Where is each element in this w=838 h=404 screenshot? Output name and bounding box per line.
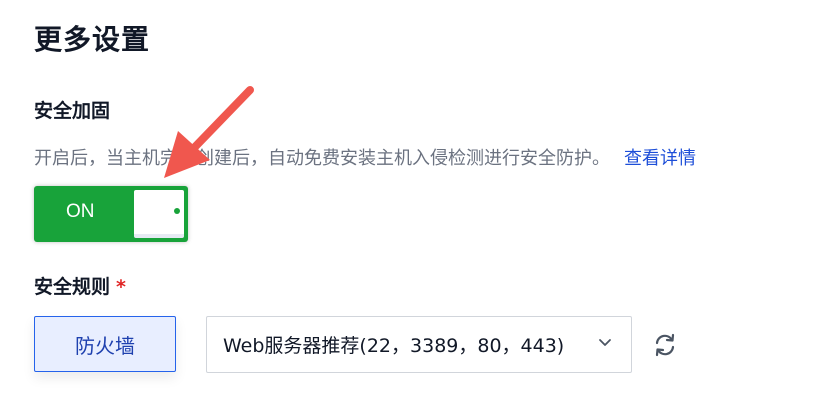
security-hardening-label: 安全加固 — [34, 100, 111, 122]
description-text: 开启后，当主机完成创建后，自动免费安装主机入侵检测进行安全防护。 — [34, 148, 610, 169]
toggle-knob — [134, 190, 184, 238]
refresh-icon[interactable] — [652, 332, 678, 358]
view-details-link[interactable]: 查看详情 — [624, 148, 696, 169]
firewall-button[interactable]: 防火墙 — [34, 316, 176, 372]
chevron-down-icon — [599, 339, 611, 346]
security-rule-selected-value: Web服务器推荐(22，3389，80，443) — [223, 335, 565, 357]
security-hardening-description: 开启后，当主机完成创建后，自动免费安装主机入侵检测进行安全防护。 查看详情 — [34, 144, 696, 170]
security-rules-label-text: 安全规则 — [34, 276, 111, 298]
toggle-on-label: ON — [66, 201, 95, 222]
security-rules-label: 安全规则 * — [34, 272, 126, 299]
required-mark: * — [116, 276, 126, 298]
settings-page: 更多设置 安全加固 开启后，当主机完成创建后，自动免费安装主机入侵检测进行安全防… — [0, 0, 838, 404]
security-rule-select[interactable]: Web服务器推荐(22，3389，80，443) — [206, 316, 632, 373]
section-title: 更多设置 — [34, 23, 151, 56]
security-hardening-toggle[interactable]: ON — [34, 186, 188, 242]
toggle-indicator-dot — [174, 208, 180, 214]
